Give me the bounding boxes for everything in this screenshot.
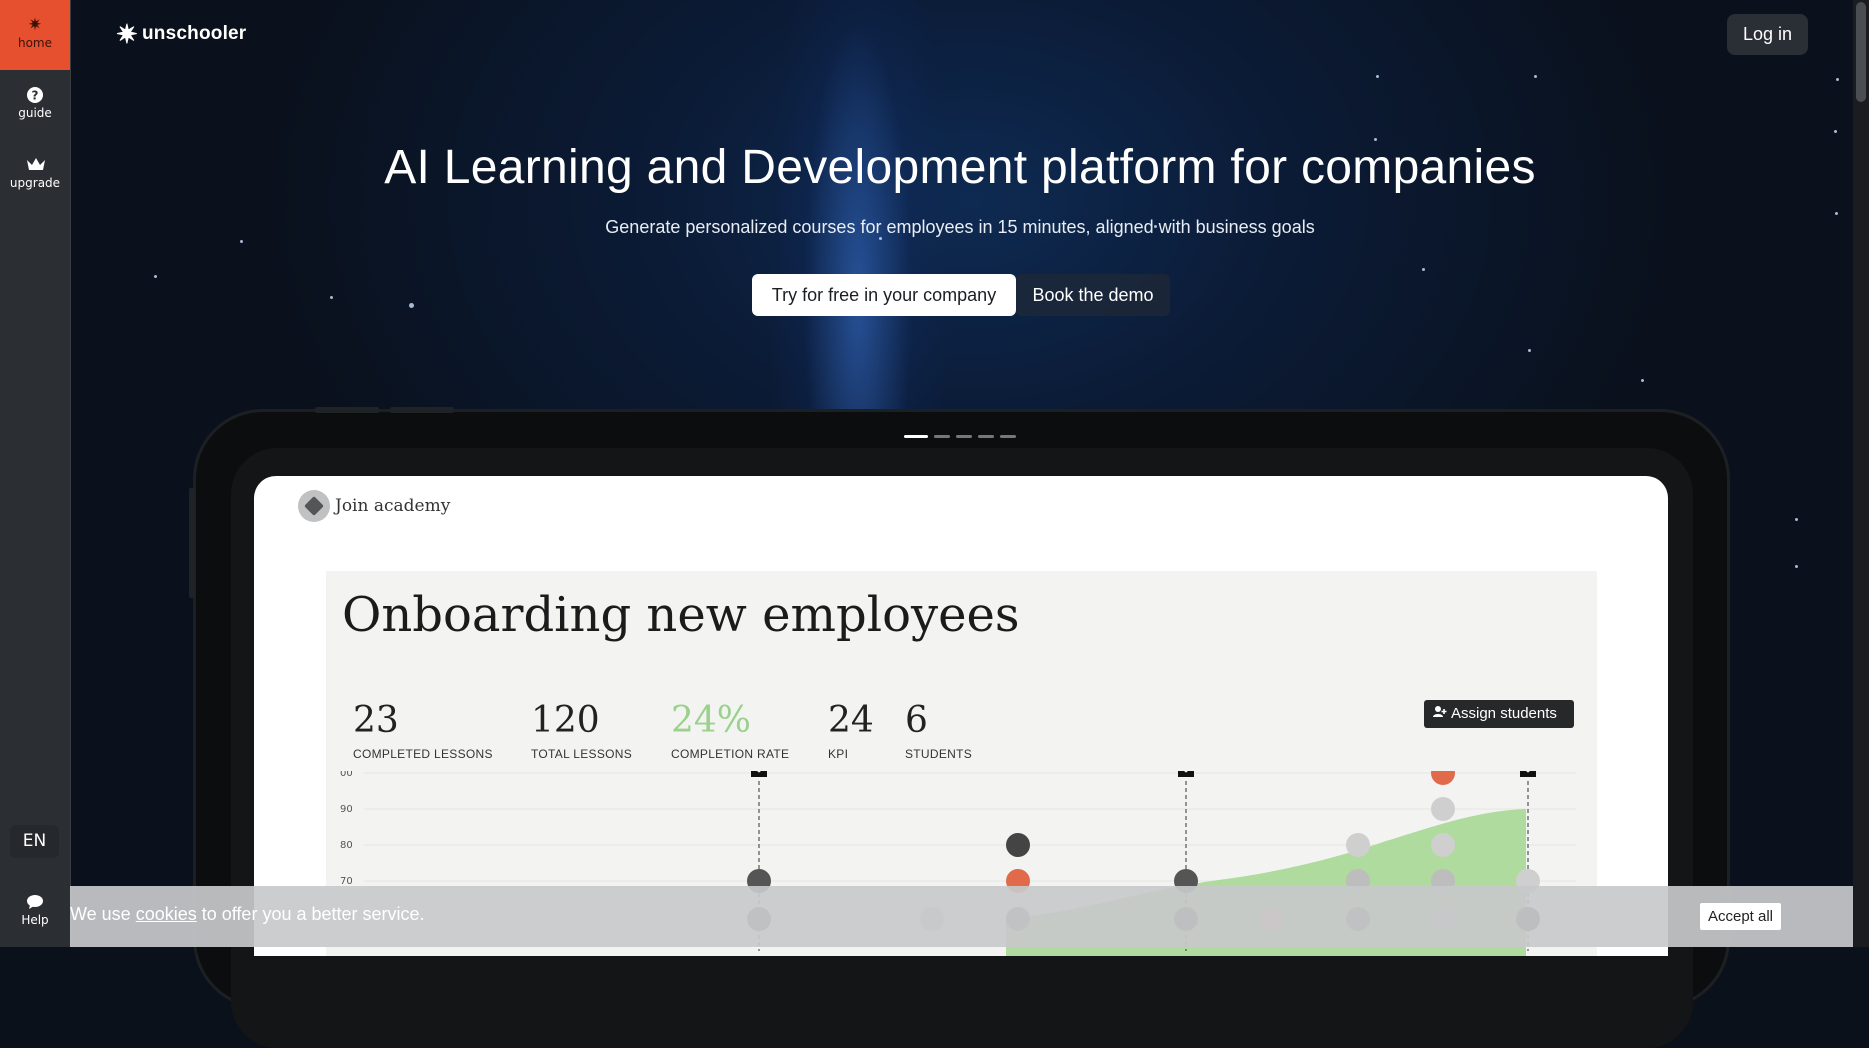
cookie-suffix: to offer you a better service. (196, 904, 425, 924)
star-decoration (1834, 130, 1837, 133)
stat-label: COMPLETION RATE (671, 747, 790, 761)
stat-students: 6 STUDENTS (905, 699, 972, 761)
y-tick-label: 80 (340, 840, 353, 851)
star-decoration (1376, 75, 1379, 78)
stat-completion-rate: 24% COMPLETION RATE (671, 699, 789, 761)
hero-subtitle: Generate personalized courses for employ… (605, 217, 1315, 237)
star-decoration (409, 303, 414, 308)
question-icon: ? (26, 86, 44, 104)
envelope-icon (1178, 771, 1194, 777)
y-tick-label: 90 (340, 804, 353, 815)
accept-all-button[interactable]: Accept all (1700, 903, 1781, 930)
star-decoration (1836, 78, 1839, 81)
carousel-dot[interactable] (978, 435, 994, 438)
add-user-icon (1432, 700, 1448, 728)
sparkle-icon: ✷ (27, 15, 43, 35)
sidebar-item-label: upgrade (9, 176, 61, 190)
sidebar: ✷ home ? guide upgrade EN Help (0, 0, 71, 947)
star-decoration (154, 275, 157, 278)
star-decoration (1534, 75, 1537, 78)
sidebar-item-home[interactable]: ✷ home (0, 0, 70, 70)
avatar (1431, 771, 1455, 785)
academy-label: Join academy (335, 496, 451, 516)
tablet-button (315, 407, 379, 413)
star-decoration (240, 240, 243, 243)
academy-logo-icon (298, 490, 330, 522)
help-label: Help (21, 913, 49, 927)
book-demo-button[interactable]: Book the demo (1016, 274, 1170, 316)
hero-title: AI Learning and Development platform for… (384, 141, 1536, 194)
stat-label: TOTAL LESSONS (531, 747, 633, 761)
carousel-dot[interactable] (956, 435, 972, 438)
stat-value: 6 (905, 700, 928, 741)
carousel-dot[interactable] (934, 435, 950, 438)
star-decoration (1641, 379, 1644, 382)
stat-value: 24% (671, 700, 752, 741)
assign-students-label: Assign students (1451, 705, 1557, 722)
carousel-dot[interactable] (1000, 435, 1016, 438)
svg-text:?: ? (32, 89, 39, 103)
stat-total-lessons: 120 TOTAL LESSONS (531, 699, 632, 761)
tablet-button (390, 407, 454, 413)
cookie-message: We use cookies to offer you a better ser… (70, 904, 425, 925)
stat-kpi: 24 KPI (828, 699, 874, 761)
tablet-screen: Join academy Onboarding new employees 23… (254, 476, 1668, 956)
try-free-button[interactable]: Try for free in your company (752, 274, 1016, 316)
star-decoration (1422, 268, 1425, 271)
chat-bubble-icon (26, 894, 44, 910)
login-button[interactable]: Log in (1727, 14, 1808, 55)
help-button[interactable]: Help (0, 886, 70, 947)
logo[interactable]: ✷ unschooler (116, 21, 246, 47)
star-decoration (1528, 349, 1531, 352)
panel-title: Onboarding new employees (342, 587, 1020, 643)
scrollbar[interactable] (1853, 0, 1869, 947)
cookies-link[interactable]: cookies (136, 904, 197, 924)
sidebar-item-upgrade[interactable]: upgrade (0, 140, 70, 210)
envelope-icon (751, 771, 767, 777)
sidebar-item-label: guide (18, 106, 52, 120)
carousel-indicators (904, 435, 1016, 438)
avatar (1346, 833, 1370, 857)
cookie-banner: We use cookies to offer you a better ser… (70, 886, 1869, 947)
sparkle-icon: ✷ (116, 19, 138, 49)
sidebar-item-guide[interactable]: ? guide (0, 70, 70, 140)
star-decoration (1795, 518, 1798, 521)
star-decoration (1835, 212, 1838, 215)
avatar (1431, 833, 1455, 857)
stat-completed-lessons: 23 COMPLETED LESSONS (353, 699, 493, 761)
y-tick-label: 00 (340, 771, 353, 779)
scrollbar-thumb[interactable] (1856, 2, 1866, 102)
logo-text: unschooler (142, 23, 247, 44)
stat-value: 24 (828, 700, 874, 741)
cookie-prefix: We use (70, 904, 136, 924)
crown-icon (26, 156, 45, 174)
star-decoration (1795, 565, 1798, 568)
stat-value: 23 (353, 700, 399, 741)
carousel-dot[interactable] (904, 435, 928, 438)
stat-label: KPI (828, 747, 849, 761)
avatar (1006, 833, 1030, 857)
avatar (1431, 797, 1455, 821)
tablet-button (189, 488, 195, 598)
language-selector[interactable]: EN (10, 825, 59, 858)
sidebar-item-label: home (17, 36, 53, 50)
envelope-icon (1520, 771, 1536, 777)
stat-label: STUDENTS (905, 747, 973, 761)
stat-label: COMPLETED LESSONS (353, 747, 493, 761)
star-decoration (330, 296, 333, 299)
stat-value: 120 (531, 700, 600, 741)
join-academy[interactable]: Join academy (298, 490, 450, 522)
assign-students-button[interactable]: Assign students (1424, 700, 1574, 728)
